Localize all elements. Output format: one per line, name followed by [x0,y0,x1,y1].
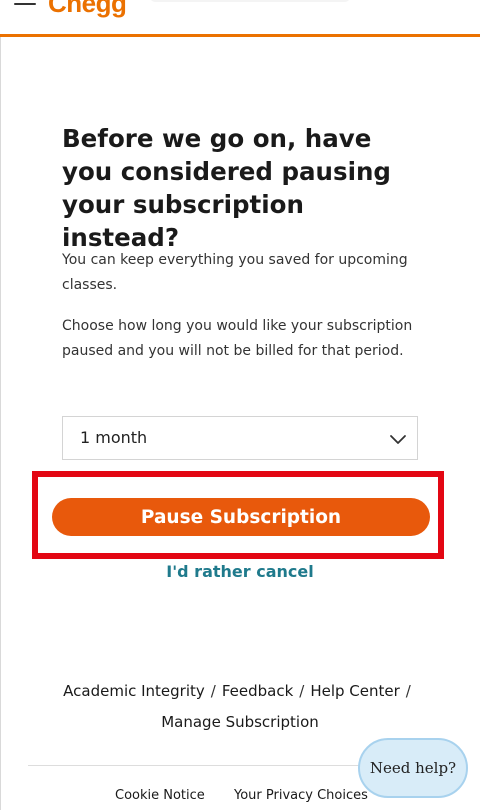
footer-link-feedback[interactable]: Feedback [222,682,293,700]
rather-cancel-link[interactable]: I'd rather cancel [0,562,480,581]
footer-link-manage-subscription[interactable]: Manage Subscription [161,713,319,731]
site-header: Chegg [0,0,480,37]
keep-saved-text: You can keep everything you saved for up… [62,252,408,293]
footer-link-help-center[interactable]: Help Center [310,682,399,700]
header-search-bar[interactable] [150,0,350,2]
footer-separator: / [405,682,411,700]
page-title: Before we go on, have you considered pau… [62,124,391,252]
pause-subscription-button[interactable]: Pause Subscription [52,498,430,536]
hamburger-menu-icon[interactable] [14,0,36,11]
chevron-down-icon [390,435,406,444]
cookie-notice-link[interactable]: Cookie Notice [115,788,205,803]
viewport-edge [0,0,1,810]
footer-link-academic-integrity[interactable]: Academic Integrity [63,682,205,700]
need-help-chat-button[interactable]: Need help? [358,738,468,798]
footer-separator: / [299,682,305,700]
privacy-choices-link[interactable]: Your Privacy Choices [234,788,368,803]
footer-nav: Academic Integrity / Feedback / Help Center /… [40,676,440,738]
pause-duration-select[interactable]: 1 month [62,416,418,460]
footer-separator: / [210,682,216,700]
page: Chegg Before we go on, have you consider… [0,0,480,810]
chegg-logo[interactable]: Chegg [48,0,127,19]
pause-duration-text: Choose how long you would like your subs… [62,318,413,359]
pause-duration-value: 1 month [80,428,148,447]
